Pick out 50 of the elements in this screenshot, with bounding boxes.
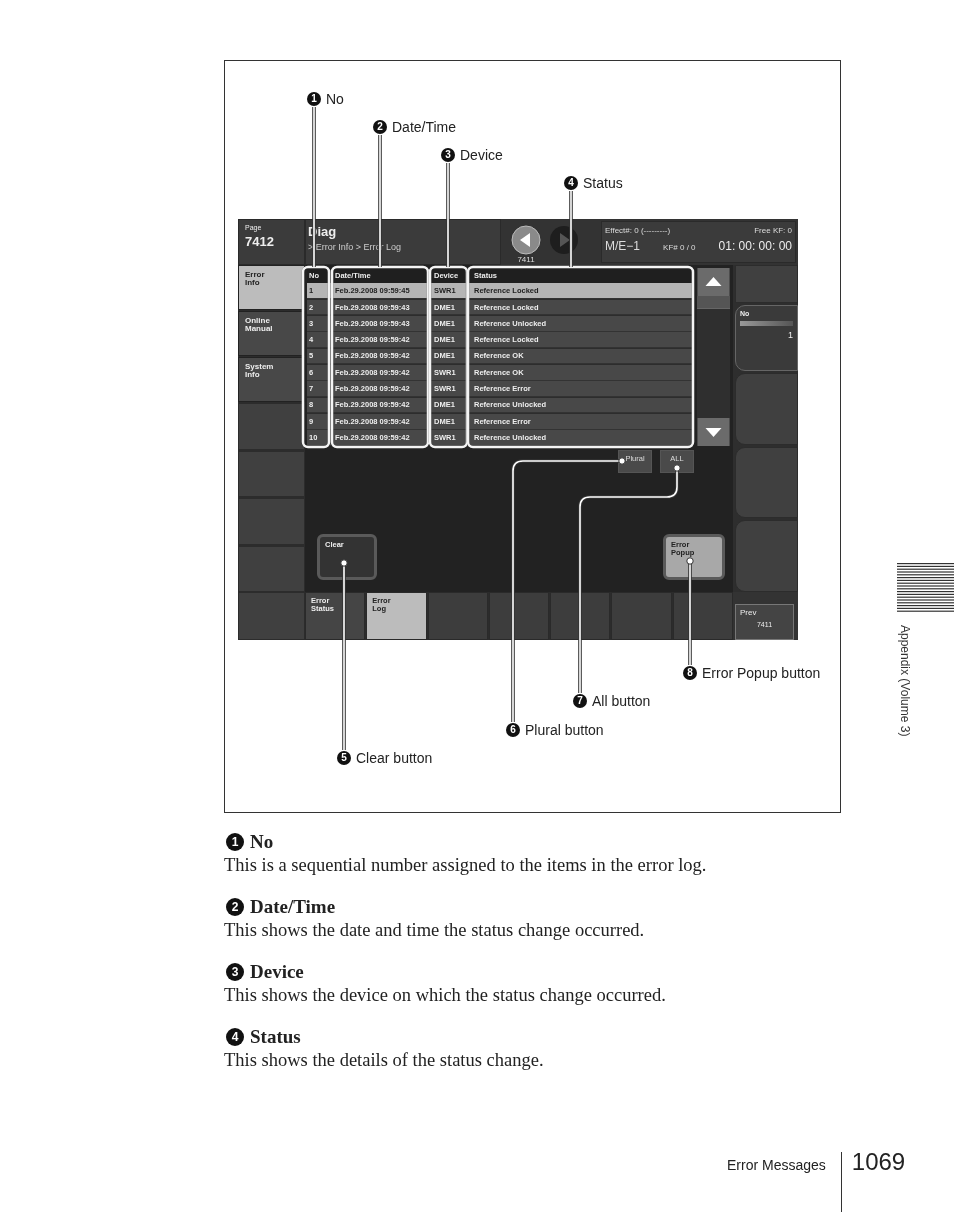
side-tab[interactable]: Error Info xyxy=(238,265,305,310)
callout-number: 6 xyxy=(506,723,520,737)
side-label: Appendix (Volume 3) xyxy=(898,625,912,737)
item-description: This shows the date and time the status change occurred. xyxy=(224,920,646,941)
effect-number: Effect#: 0 (---------) xyxy=(605,226,671,235)
callout-number: 3 xyxy=(441,148,455,162)
callout-label: All button xyxy=(592,693,651,709)
callout-number: 8 xyxy=(683,666,697,680)
callout-label: Clear button xyxy=(356,750,433,766)
blank-key xyxy=(238,592,305,640)
callout-label: Plural button xyxy=(525,722,604,738)
scroll-down-button[interactable] xyxy=(697,418,730,446)
side-tab[interactable]: Online Manual xyxy=(238,311,305,356)
item-description: This shows the details of the status change. xyxy=(224,1050,545,1071)
footer-section: Error Messages xyxy=(727,1157,826,1173)
callout-label: Date/Time xyxy=(392,119,457,135)
callout-number: 7 xyxy=(573,694,587,708)
item-number: 4 xyxy=(226,1028,244,1046)
item-description: This shows the device on which the status change occurred. xyxy=(224,985,667,1006)
item-title: Date/Time xyxy=(250,896,336,918)
callout-label: Error Popup button xyxy=(702,665,821,681)
item-title: Status xyxy=(250,1026,301,1048)
callout-number: 4 xyxy=(564,176,578,190)
item-title: Device xyxy=(250,961,304,983)
timecode: 01: 00: 00: 00 xyxy=(718,239,792,253)
item-title: No xyxy=(250,831,274,853)
kf-count: KF# 0 / 0 xyxy=(663,243,696,252)
previous-page-number: 7411 xyxy=(517,255,535,264)
scroll-bar[interactable] xyxy=(697,268,730,446)
callout-label: No xyxy=(326,91,344,107)
section-marker-icon xyxy=(897,563,954,613)
scroll-thumb[interactable] xyxy=(697,296,730,309)
callout-number: 5 xyxy=(337,751,351,765)
side-tab[interactable]: System Info xyxy=(238,357,305,402)
scroll-up-button[interactable] xyxy=(697,268,730,296)
item-number: 3 xyxy=(226,963,244,981)
item-description: This is a sequential number assigned to the items in the error log. xyxy=(224,855,708,876)
callout-label: Device xyxy=(460,147,503,163)
item-number: 1 xyxy=(226,833,244,851)
free-kf: Free KF: 0 xyxy=(754,226,792,235)
no-value: 1 xyxy=(788,330,793,340)
page-number: 7412 xyxy=(245,234,275,249)
callout-number: 2 xyxy=(373,120,387,134)
callout-label: Status xyxy=(583,175,623,191)
me-label: M/E−1 xyxy=(605,239,640,253)
callout-number: 1 xyxy=(307,92,321,106)
item-number: 2 xyxy=(226,898,244,916)
page-number: 1069 xyxy=(851,1148,906,1176)
previous-page-button[interactable] xyxy=(511,225,541,255)
next-page-button[interactable] xyxy=(549,225,579,255)
